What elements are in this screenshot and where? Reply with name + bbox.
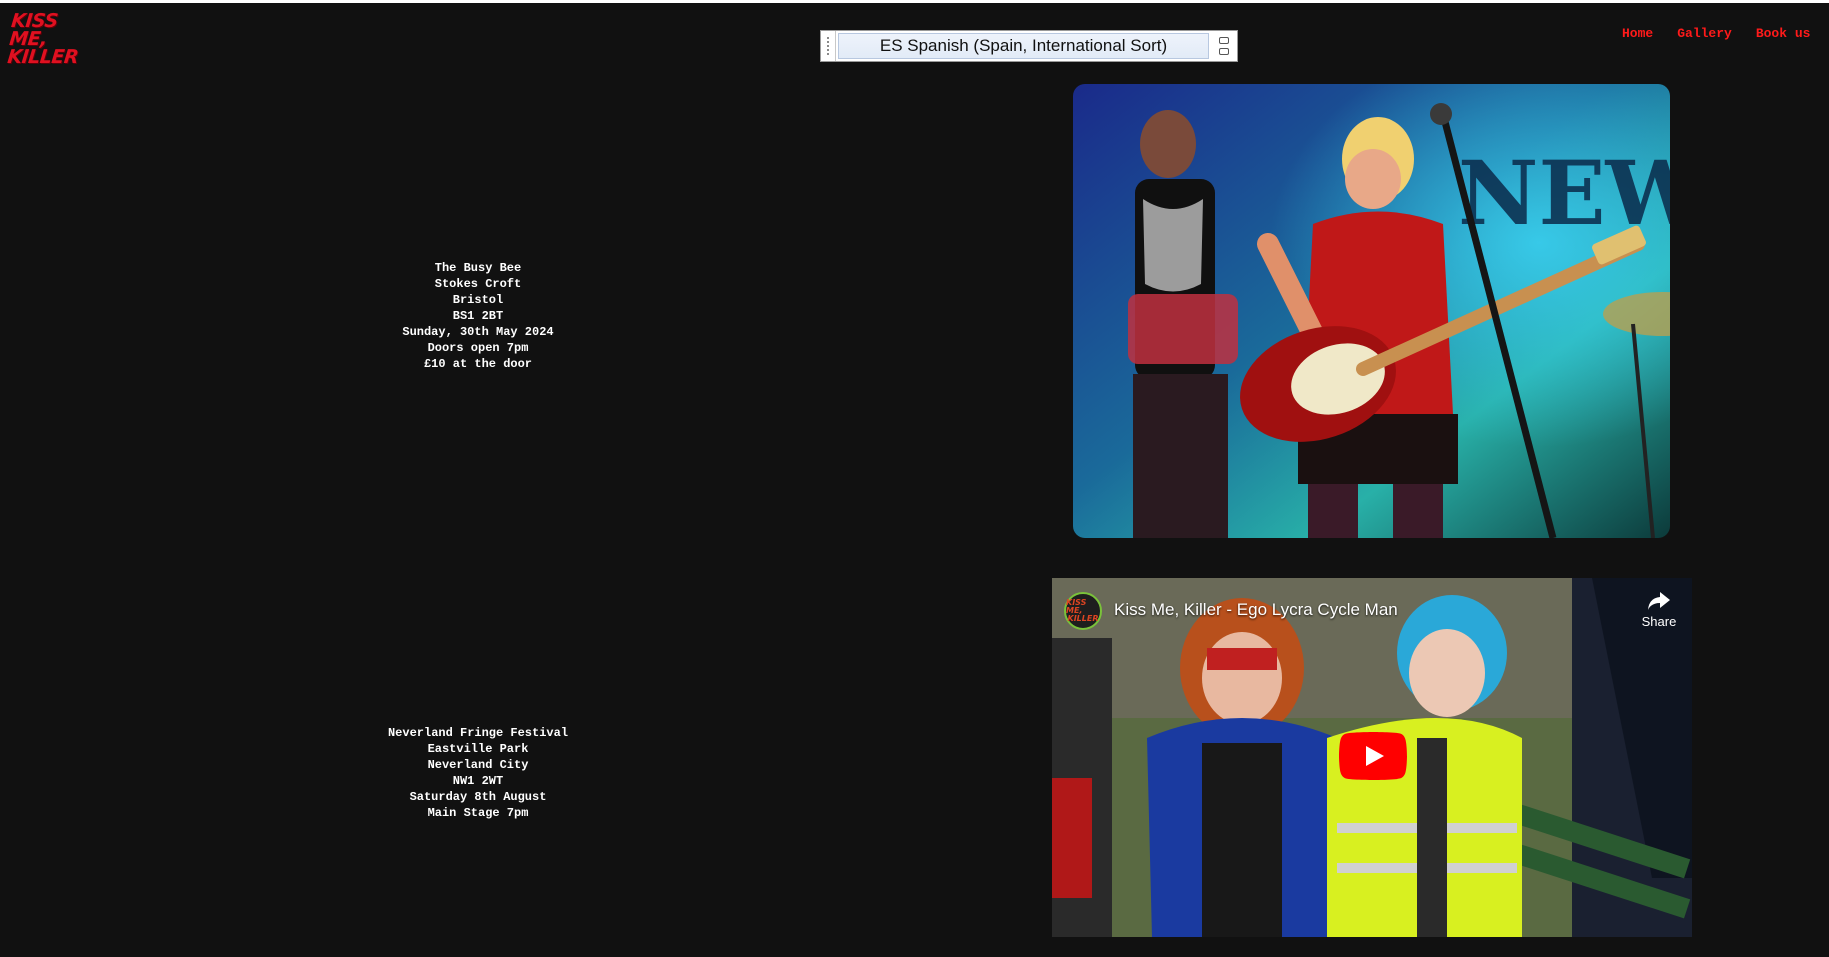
event-city: Bristol: [452, 293, 504, 307]
event-postcode: NW1 2WT: [452, 774, 504, 788]
site-logo[interactable]: KISS ME, KILLER: [6, 10, 86, 68]
share-arrow-icon: [1648, 592, 1670, 610]
video-title[interactable]: Kiss Me, Killer - Ego Lycra Cycle Man: [1114, 600, 1398, 620]
event-listing: Neverland Fringe Festival Eastville Park…: [378, 725, 578, 821]
event-area: Eastville Park: [427, 742, 529, 756]
event-price: £10 at the door: [423, 357, 533, 371]
event-date: Sunday, 30th May 2024: [402, 325, 554, 339]
event-venue: Neverland Fringe Festival: [387, 726, 569, 740]
event-area: Stokes Croft: [434, 277, 522, 291]
event-time: Doors open 7pm: [427, 341, 529, 355]
channel-badge-line-2: KILLER: [1067, 614, 1099, 623]
share-label: Share: [1641, 614, 1677, 629]
nav-gallery[interactable]: Gallery: [1677, 26, 1732, 46]
logo-line-2: KILLER: [6, 46, 80, 68]
band-photo: NEW: [1073, 84, 1670, 538]
nav-book-us[interactable]: Book us: [1756, 26, 1811, 46]
channel-badge-line-1: KISS ME,: [1066, 598, 1087, 615]
event-date: Saturday 8th August: [409, 790, 547, 804]
language-bar[interactable]: ES Spanish (Spain, International Sort): [820, 30, 1238, 62]
nav-home[interactable]: Home: [1622, 26, 1653, 46]
restore-window-icon[interactable]: [1211, 31, 1237, 61]
event-listing: The Busy Bee Stokes Croft Bristol BS1 2B…: [378, 260, 578, 372]
event-time: Main Stage 7pm: [427, 806, 529, 820]
event-postcode: BS1 2BT: [452, 309, 504, 323]
event-city: Neverland City: [427, 758, 529, 772]
logo-line-1: KISS ME,: [8, 10, 59, 50]
channel-avatar[interactable]: KISS ME, KILLER: [1064, 592, 1102, 630]
language-label[interactable]: ES Spanish (Spain, International Sort): [838, 33, 1209, 59]
youtube-play-icon[interactable]: [1339, 732, 1407, 780]
top-border: [0, 0, 1829, 3]
video-embed[interactable]: KISS ME, KILLER Kiss Me, Killer - Ego Ly…: [1052, 578, 1692, 937]
main-nav: Home Gallery Book us Gi: [1622, 26, 1829, 46]
grip-handle-icon[interactable]: [821, 31, 836, 61]
share-button[interactable]: Share: [1636, 590, 1682, 629]
event-venue: The Busy Bee: [434, 261, 522, 275]
